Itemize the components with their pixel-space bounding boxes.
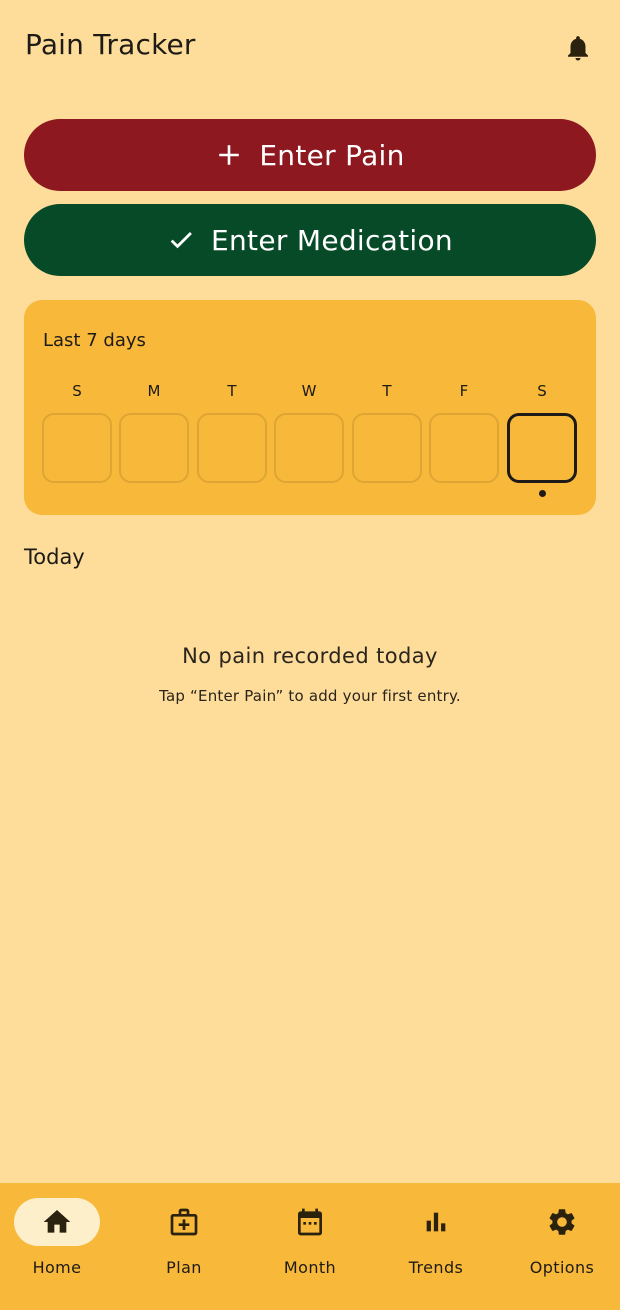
home-icon [43,1210,71,1233]
today-heading: Today [24,545,85,569]
nav-label-plan: Plan [166,1258,202,1277]
nav-icon-wrap [267,1198,353,1246]
plus-icon [215,141,243,169]
enter-medication-label: Enter Medication [211,223,453,257]
nav-icon-wrap [141,1198,227,1246]
weekday-label: T [227,382,237,400]
notifications-button[interactable] [560,30,596,66]
nav-item-options[interactable]: Options [500,1183,620,1310]
nav-item-month[interactable]: Month [248,1183,372,1310]
nav-label-trends: Trends [408,1258,464,1277]
empty-state-subtitle: Tap “Enter Pain” to add your first entry… [159,687,461,705]
weekday-label: T [382,382,392,400]
bell-icon [568,36,588,61]
weekday-label: S [72,382,82,400]
last-7-days-card: Last 7 days S M T W T F S [24,300,596,515]
nav-item-home[interactable]: Home [0,1183,119,1310]
nav-label-home: Home [32,1258,82,1277]
nav-item-trends[interactable]: Trends [374,1183,498,1310]
day-cell[interactable] [197,413,267,483]
week-card-title: Last 7 days [43,330,146,351]
weekday-label: W [301,382,317,400]
nav-label-options: Options [529,1258,595,1277]
nav-item-plan[interactable]: Plan [122,1183,246,1310]
day-cell[interactable] [119,413,189,483]
nav-label-month: Month [283,1258,337,1277]
check-icon [167,226,195,254]
enter-medication-button[interactable]: Enter Medication [24,204,596,276]
bar-chart-icon [426,1212,446,1232]
nav-icon-wrap [393,1198,479,1246]
app-bar: Pain Tracker [0,0,620,92]
enter-pain-button[interactable]: Enter Pain [24,119,596,191]
weekday-label: M [147,382,161,400]
day-cell[interactable] [42,413,112,483]
bottom-navigation: Home Plan Month Trends Options [0,1183,620,1310]
day-cell[interactable] [274,413,344,483]
week-day-cells [42,413,578,497]
weekday-label: S [537,382,547,400]
day-cell-today[interactable] [507,413,577,483]
gear-icon [549,1209,575,1235]
medical-bag-icon [170,1208,198,1236]
page-title: Pain Tracker [25,28,196,61]
weekday-label: F [459,382,469,400]
calendar-icon [298,1208,322,1236]
nav-icon-wrap [519,1198,605,1246]
day-cell[interactable] [352,413,422,483]
enter-pain-label: Enter Pain [259,138,405,172]
empty-state-title: No pain recorded today [182,644,438,668]
day-cell[interactable] [429,413,499,483]
weekday-labels: S M T W T F S [42,382,578,402]
nav-active-indicator [14,1198,100,1246]
today-indicator-dot [539,490,546,497]
